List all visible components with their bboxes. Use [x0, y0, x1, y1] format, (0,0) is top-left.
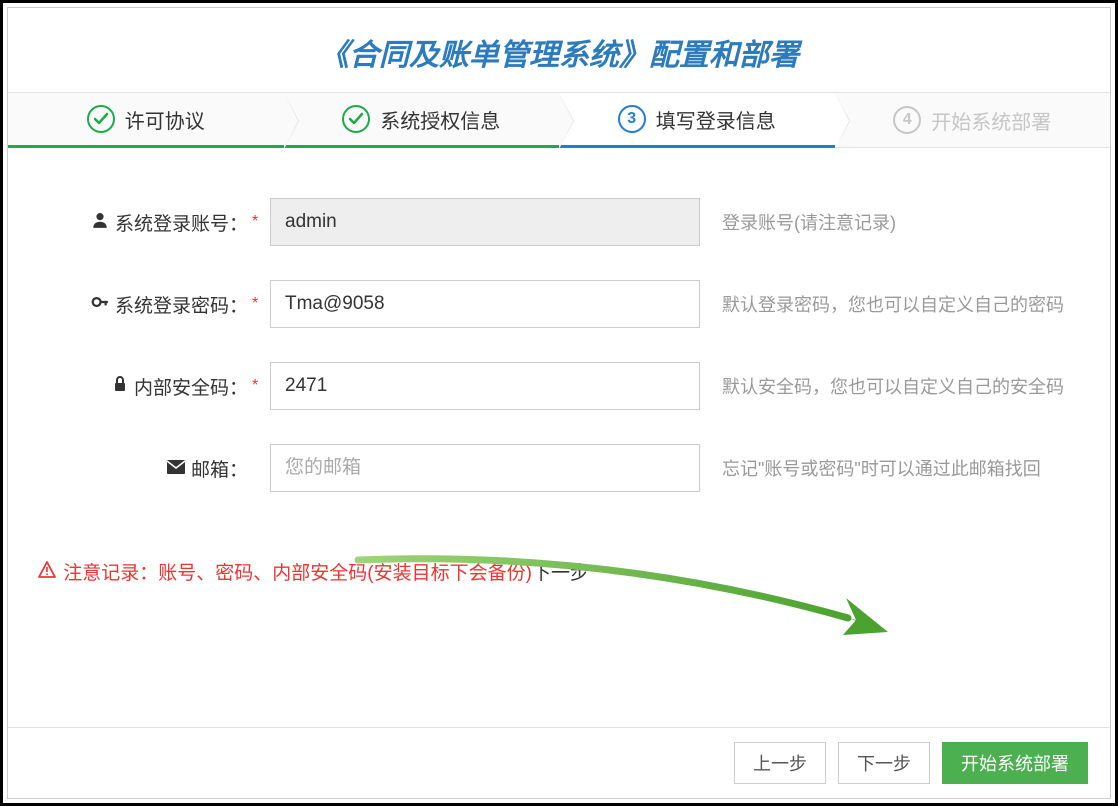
- row-email: 邮箱： 忘记"账号或密码"时可以通过此邮箱找回: [28, 444, 1090, 492]
- mail-icon: [167, 458, 185, 479]
- prev-button[interactable]: 上一步: [734, 742, 826, 784]
- page-header: 《合同及账单管理系统》配置和部署: [8, 8, 1110, 92]
- warning-next-inline: 下一步: [532, 563, 589, 584]
- label-email: 邮箱：: [28, 455, 248, 482]
- hint-email: 忘记"账号或密码"时可以通过此邮箱找回: [722, 455, 1090, 481]
- warning-row: 注意记录：账号、密码、内部安全码(安装目标下会备份)下一步: [38, 558, 589, 585]
- email-input[interactable]: [270, 444, 700, 492]
- next-button[interactable]: 下一步: [838, 742, 930, 784]
- label-account: 系统登录账号：: [28, 209, 248, 236]
- page-title: 《合同及账单管理系统》配置和部署: [8, 30, 1110, 74]
- label-password: 系统登录密码：: [28, 291, 248, 318]
- footer-actions: 上一步 下一步 开始系统部署: [8, 727, 1110, 798]
- password-input[interactable]: [270, 280, 700, 328]
- warning-icon: [38, 563, 61, 584]
- step-label: 填写登录信息: [656, 105, 776, 134]
- seccode-input[interactable]: [270, 362, 700, 410]
- required-mark: *: [252, 295, 262, 313]
- step-number-icon: 4: [893, 106, 921, 134]
- lock-icon: [112, 375, 128, 398]
- step-authorization[interactable]: 系统授权信息: [284, 93, 560, 148]
- check-icon: [87, 105, 115, 133]
- key-icon: [91, 293, 109, 316]
- account-input[interactable]: [270, 198, 700, 246]
- hint-password: 默认登录密码，您也可以自定义自己的密码: [722, 291, 1090, 317]
- row-account: 系统登录账号： * 登录账号(请注意记录): [28, 198, 1090, 246]
- deploy-button[interactable]: 开始系统部署: [942, 742, 1088, 784]
- user-icon: [91, 211, 109, 234]
- required-mark: *: [252, 377, 262, 395]
- step-label: 开始系统部署: [931, 106, 1051, 135]
- step-label: 系统授权信息: [380, 105, 500, 134]
- warning-text: 注意记录：账号、密码、内部安全码(安装目标下会备份): [63, 563, 532, 584]
- step-license[interactable]: 许可协议: [8, 93, 284, 148]
- hint-seccode: 默认安全码，您也可以自定义自己的安全码: [722, 373, 1090, 399]
- row-password: 系统登录密码： * 默认登录密码，您也可以自定义自己的密码: [28, 280, 1090, 328]
- step-number-icon: 3: [618, 105, 646, 133]
- required-mark: *: [252, 213, 262, 231]
- step-deploy: 4 开始系统部署: [835, 93, 1111, 147]
- check-icon: [342, 105, 370, 133]
- hint-account: 登录账号(请注意记录): [722, 209, 1090, 235]
- form-area: 系统登录账号： * 登录账号(请注意记录) 系统登录密码： * 默认登录密码，您…: [8, 148, 1110, 727]
- row-seccode: 内部安全码： * 默认安全码，您也可以自定义自己的安全码: [28, 362, 1090, 410]
- label-seccode: 内部安全码：: [28, 373, 248, 400]
- step-label: 许可协议: [125, 105, 205, 134]
- step-login-info[interactable]: 3 填写登录信息: [559, 93, 835, 148]
- wizard-steps: 许可协议 系统授权信息 3 填写登录信息 4 开始系统部署: [8, 92, 1110, 148]
